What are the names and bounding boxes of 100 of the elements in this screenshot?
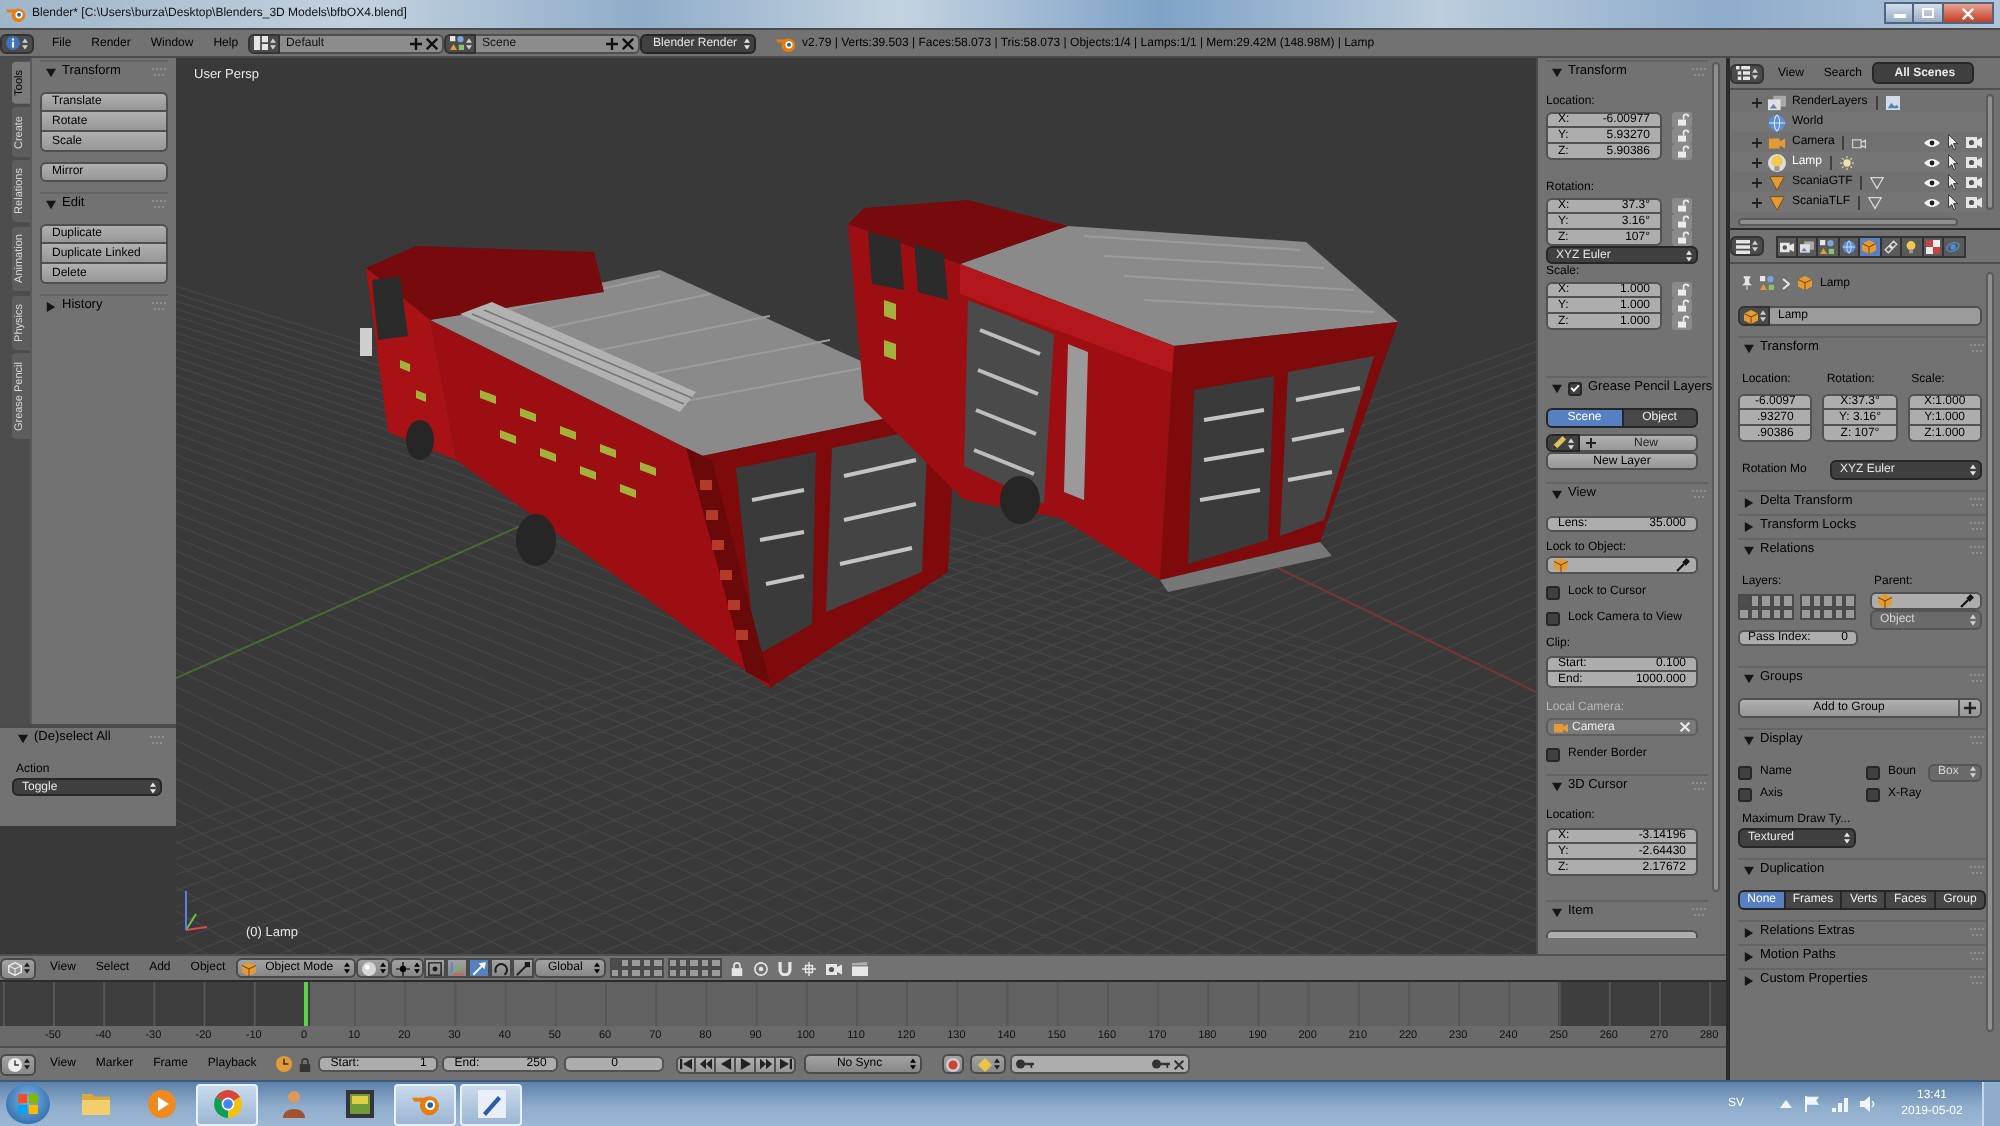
lock-icon[interactable]: [1672, 314, 1692, 330]
layer-button[interactable]: [652, 968, 664, 978]
eye-icon[interactable]: [1924, 157, 1940, 167]
playback-button[interactable]: [776, 1055, 797, 1073]
close-icon[interactable]: [426, 37, 439, 49]
expand-triangle-icon[interactable]: [1744, 735, 1754, 745]
layer-button[interactable]: [1782, 607, 1794, 620]
manipulator-button[interactable]: [511, 958, 534, 978]
pivot-dropdown[interactable]: [389, 958, 424, 978]
expand-triangle-icon[interactable]: [1744, 343, 1754, 353]
expand-triangle-icon[interactable]: [1744, 975, 1754, 985]
layer-button[interactable]: [620, 968, 631, 978]
checkbox[interactable]: [1866, 787, 1880, 801]
editor-type-button[interactable]: [0, 1053, 36, 1075]
context-tab[interactable]: [1860, 235, 1881, 257]
taskbar-button[interactable]: [196, 1083, 258, 1125]
plus-icon[interactable]: [1752, 137, 1762, 147]
layer-button[interactable]: [710, 968, 722, 978]
lock-icon[interactable]: [1672, 214, 1692, 230]
checkbox[interactable]: [1546, 611, 1560, 625]
layer-button[interactable]: [1844, 607, 1856, 620]
stacked-images-icon[interactable]: [1768, 93, 1786, 111]
timeline-track[interactable]: [0, 982, 1726, 1026]
context-tab[interactable]: [1881, 235, 1902, 257]
manipulator-button[interactable]: [467, 958, 490, 978]
plus-icon[interactable]: [410, 37, 423, 49]
record-button[interactable]: [942, 1054, 965, 1074]
layer-button[interactable]: [1782, 594, 1794, 607]
layer-button[interactable]: [630, 958, 642, 968]
eye-icon[interactable]: [1924, 137, 1940, 147]
eyedropper-icon[interactable]: [1676, 558, 1690, 572]
layer-button[interactable]: [1749, 594, 1761, 607]
expand-triangle-icon[interactable]: [1552, 907, 1562, 917]
pin-icon[interactable]: [1742, 276, 1752, 290]
taskbar-button[interactable]: [460, 1083, 522, 1125]
context-tab[interactable]: [1797, 235, 1818, 257]
checkbox[interactable]: [1546, 747, 1560, 761]
context-tab[interactable]: [1776, 235, 1797, 257]
layer-button[interactable]: [677, 958, 689, 968]
layer-button[interactable]: [699, 968, 711, 978]
expand-triangle-icon[interactable]: [46, 67, 56, 77]
layer-button[interactable]: [710, 958, 722, 968]
layer-button[interactable]: [1844, 594, 1856, 607]
layout-selector-button[interactable]: [248, 33, 281, 53]
camera-icon[interactable]: [825, 961, 842, 975]
expand-triangle-icon[interactable]: [46, 199, 56, 209]
plus-icon[interactable]: [1752, 177, 1762, 187]
layer-button[interactable]: [1822, 594, 1834, 607]
lock-icon[interactable]: [1672, 298, 1692, 314]
expand-triangle-icon[interactable]: [1744, 497, 1754, 507]
expand-triangle-icon[interactable]: [18, 734, 28, 744]
start-button[interactable]: [6, 1084, 50, 1124]
layer-button[interactable]: [620, 958, 631, 968]
camera-icon[interactable]: [1966, 176, 1982, 188]
circle-dot-icon[interactable]: [753, 961, 768, 975]
context-tab[interactable]: [1923, 235, 1944, 257]
context-tab[interactable]: [1818, 235, 1839, 257]
plus-icon[interactable]: [1752, 197, 1762, 207]
layer-button[interactable]: [688, 958, 700, 968]
scene-selector-button[interactable]: [444, 33, 477, 53]
parent-field[interactable]: [1870, 592, 1982, 610]
layer-button[interactable]: [641, 958, 653, 968]
padlock-icon[interactable]: [298, 1057, 313, 1071]
keying-set-field[interactable]: [1010, 1054, 1191, 1074]
layer-button[interactable]: [667, 958, 678, 968]
checkbox[interactable]: [1738, 787, 1752, 801]
expand-triangle-icon[interactable]: [1744, 865, 1754, 875]
expand-triangle-icon[interactable]: [1744, 673, 1754, 683]
crosshair-square-icon[interactable]: [801, 961, 816, 975]
layer-button[interactable]: [667, 968, 678, 978]
add-button[interactable]: [1960, 698, 1982, 718]
layer-button[interactable]: [1760, 594, 1772, 607]
eye-icon[interactable]: [1924, 197, 1940, 207]
camera-icon[interactable]: [1966, 196, 1982, 208]
clock-icon[interactable]: [276, 1056, 293, 1072]
context-tab[interactable]: [1902, 235, 1923, 257]
camera-icon[interactable]: [1966, 136, 1982, 148]
lock-icon[interactable]: [1672, 282, 1692, 298]
expand-triangle-icon[interactable]: [1744, 545, 1754, 555]
editor-type-button[interactable]: [0, 33, 34, 53]
plus-icon[interactable]: [606, 37, 619, 49]
layer-button[interactable]: [1822, 607, 1834, 620]
globe-icon[interactable]: [1768, 113, 1786, 131]
context-tab[interactable]: [1839, 235, 1860, 257]
lock-icon[interactable]: [1672, 128, 1692, 144]
lock-icon[interactable]: [1672, 112, 1692, 128]
layer-button[interactable]: [609, 958, 621, 968]
manipulator-button[interactable]: [489, 958, 512, 978]
plus-icon[interactable]: [1752, 157, 1762, 167]
maximize-button[interactable]: [1914, 2, 1944, 24]
checkbox[interactable]: [1546, 585, 1560, 599]
expand-triangle-icon[interactable]: [1744, 521, 1754, 531]
layer-button[interactable]: [1811, 594, 1823, 607]
expand-triangle-icon[interactable]: [1744, 951, 1754, 961]
close-button[interactable]: [1944, 2, 1994, 24]
layer-button[interactable]: [1833, 594, 1845, 607]
camera-outline-icon[interactable]: [1852, 135, 1867, 149]
eyedropper-icon[interactable]: [1960, 594, 1974, 608]
checkbox[interactable]: [1866, 765, 1880, 779]
lock-icon[interactable]: [1672, 198, 1692, 214]
